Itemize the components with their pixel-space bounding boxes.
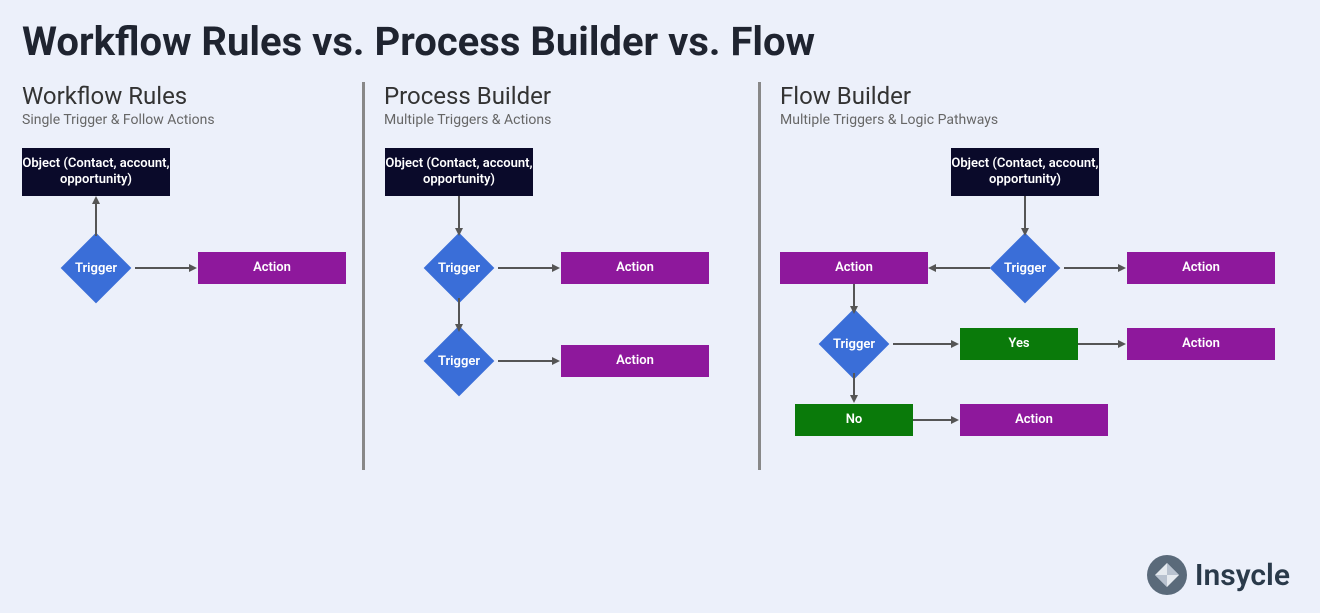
- fb-action-yes: Action: [1127, 328, 1275, 360]
- logo: Insycle: [1147, 555, 1290, 595]
- section-sub-process: Multiple Triggers & Actions: [384, 112, 551, 128]
- arrow: [455, 196, 463, 236]
- arrow: [498, 264, 560, 272]
- section-title-process: Process Builder: [384, 82, 551, 110]
- fb-no: No: [795, 404, 913, 436]
- page-title: Workflow Rules vs. Process Builder vs. F…: [22, 18, 815, 65]
- arrow: [455, 298, 463, 332]
- pb-trigger-2: Trigger: [424, 326, 495, 397]
- wf-action: Action: [198, 252, 346, 284]
- fb-object: Object (Contact, account, opportunity): [951, 148, 1099, 196]
- pb-action-2: Action: [561, 345, 709, 377]
- arrow: [135, 264, 197, 272]
- pb-action-1: Action: [561, 252, 709, 284]
- arrow: [928, 264, 990, 272]
- arrow: [850, 284, 858, 314]
- fb-action-right: Action: [1127, 252, 1275, 284]
- wf-trigger: Trigger: [61, 233, 132, 304]
- logo-mark-icon: [1147, 555, 1187, 595]
- arrow: [498, 357, 560, 365]
- divider-2: [758, 82, 761, 470]
- pb-trigger-1: Trigger: [424, 233, 495, 304]
- logo-text: Insycle: [1195, 558, 1290, 593]
- pb-object: Object (Contact, account, opportunity): [385, 148, 533, 196]
- section-sub-flow: Multiple Triggers & Logic Pathways: [780, 112, 998, 128]
- divider-1: [362, 82, 365, 470]
- arrow: [913, 416, 959, 424]
- arrow: [850, 373, 858, 403]
- arrow: [1021, 196, 1029, 236]
- section-title-flow: Flow Builder: [780, 82, 911, 110]
- arrow: [92, 196, 100, 236]
- arrow: [1064, 264, 1126, 272]
- arrow: [1078, 340, 1126, 348]
- fb-action-left: Action: [780, 252, 928, 284]
- fb-action-no: Action: [960, 404, 1108, 436]
- fb-trigger-bottom: Trigger: [819, 309, 890, 380]
- arrow: [893, 340, 959, 348]
- section-title-workflow: Workflow Rules: [22, 82, 187, 110]
- fb-trigger-top: Trigger: [990, 233, 1061, 304]
- wf-object: Object (Contact, account, opportunity): [22, 148, 170, 196]
- section-sub-workflow: Single Trigger & Follow Actions: [22, 112, 215, 128]
- fb-yes: Yes: [960, 328, 1078, 360]
